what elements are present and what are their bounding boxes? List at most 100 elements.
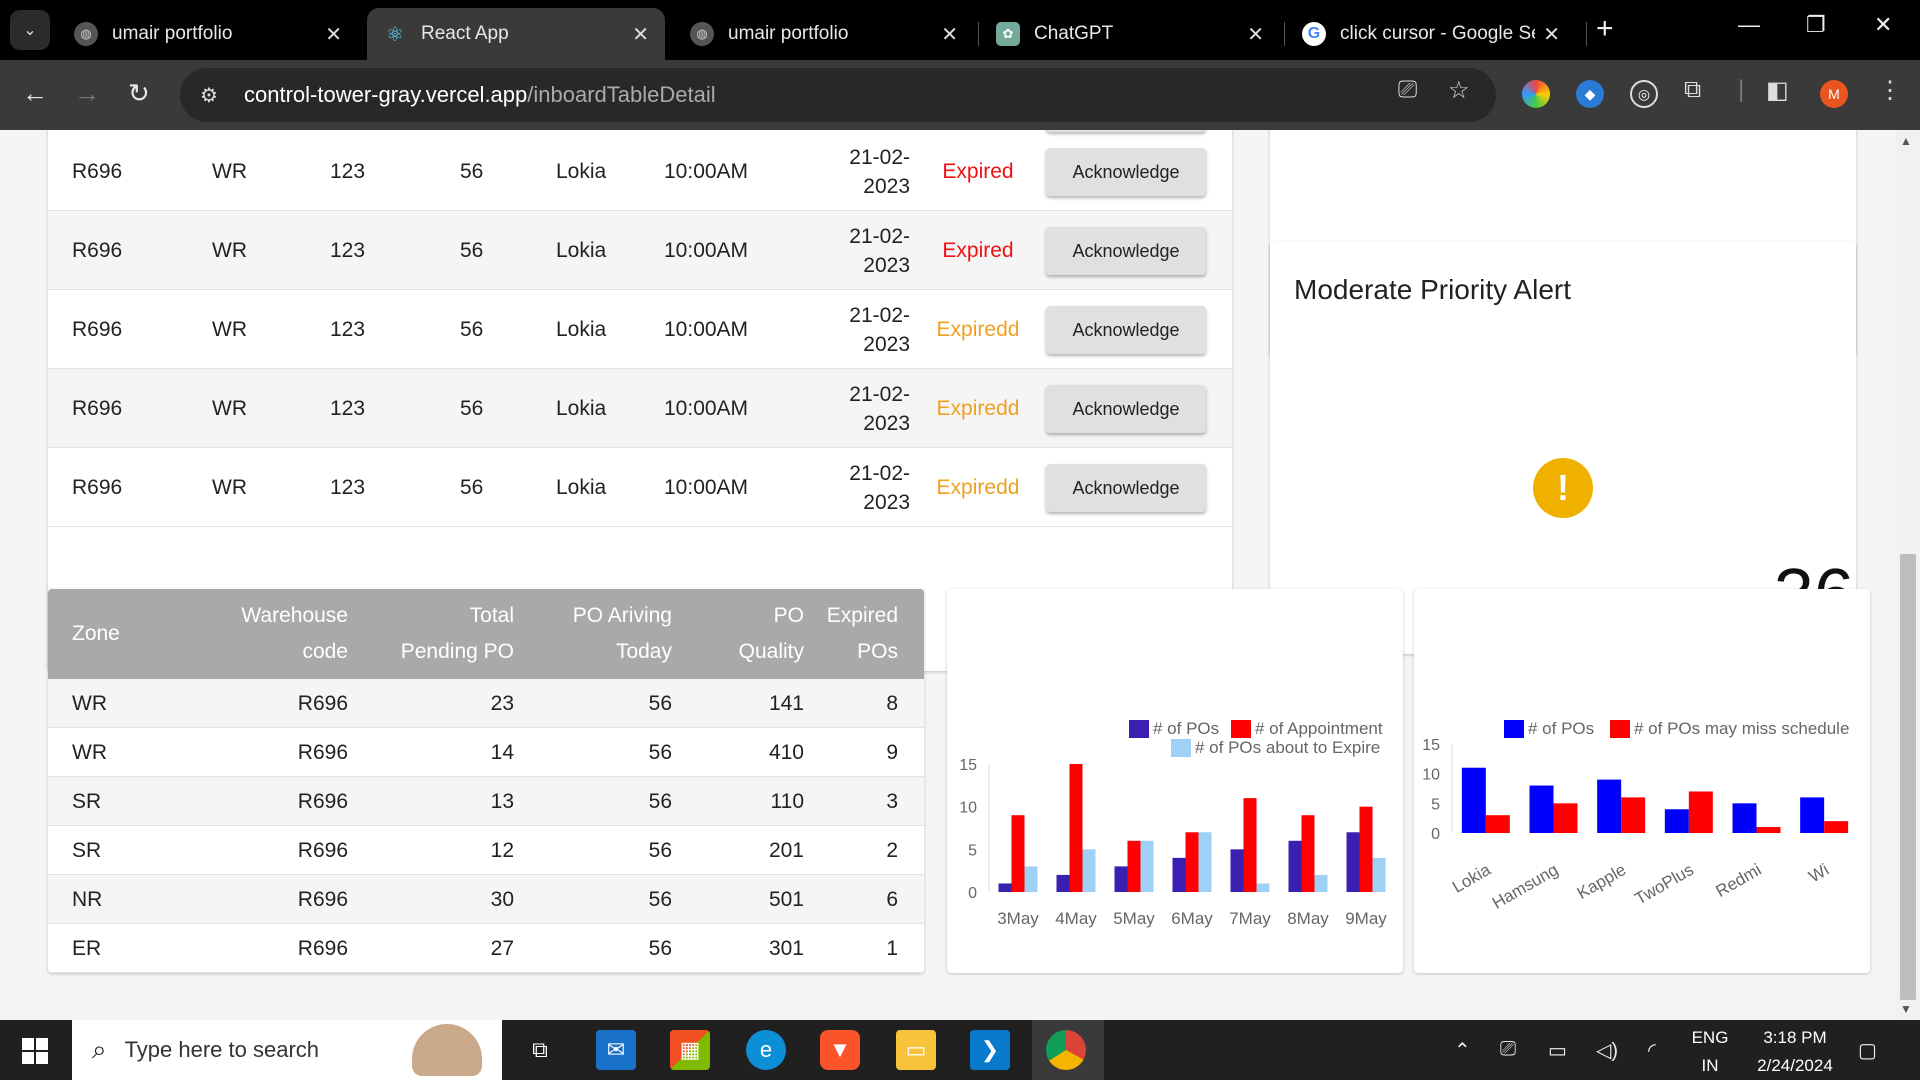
language-indicator[interactable]: ENG IN: [1682, 1024, 1738, 1080]
table-row: R696 WR 123 56 Lokia 10:00AM 21-02- 2023 Expired…: [48, 369, 1232, 448]
tab-title: umair portfolio: [728, 23, 849, 44]
page-scrollbar[interactable]: ▲ ▼: [1896, 130, 1920, 1020]
alert-qty-cell: 123: [330, 238, 366, 262]
chevron-up-icon[interactable]: ⌃: [1454, 1038, 1471, 1063]
edge-icon[interactable]: e: [746, 1030, 786, 1070]
brave-icon[interactable]: ▼: [820, 1030, 860, 1070]
x-tick-label: 8May: [1287, 909, 1329, 928]
header-line1: PO: [773, 604, 804, 627]
tab-umair-portfolio-2[interactable]: ◍ umair portfolio ✕: [674, 8, 974, 60]
alert-qty-cell: 123: [330, 159, 366, 183]
close-icon[interactable]: ✕: [941, 22, 958, 47]
close-icon[interactable]: ✕: [1247, 22, 1264, 47]
alert-time-cell: 10:00AM: [664, 159, 749, 183]
alert-qty-cell: 123: [330, 317, 366, 341]
y-tick-label: 5: [968, 842, 977, 859]
volume-icon[interactable]: ◁): [1596, 1038, 1618, 1063]
legend-label: # of POs about to Expire: [1195, 738, 1380, 757]
zone-table-header-cell: Total Pending PO: [338, 589, 514, 679]
header-line2: Pending PO: [400, 640, 514, 663]
bar: [1732, 803, 1757, 833]
y-tick-label: 10: [1422, 767, 1440, 784]
tab-umair-portfolio-1[interactable]: ◍ umair portfolio ✕: [58, 8, 358, 60]
more-menu-icon[interactable]: ⋮: [1878, 76, 1902, 105]
x-tick-label: 3May: [997, 909, 1039, 928]
bar: [1243, 798, 1257, 892]
battery-icon[interactable]: ▭: [1548, 1038, 1567, 1063]
zone-table-header-cell: PO Ariving Today: [518, 589, 672, 679]
bar: [1800, 797, 1825, 833]
acknowledge-button[interactable]: Acknowledge: [1046, 306, 1206, 354]
arrow-right-icon: →: [74, 78, 100, 108]
header-line1: Total: [469, 604, 514, 627]
scroll-thumb[interactable]: [1900, 554, 1916, 1000]
restore-button[interactable]: ❐: [1806, 12, 1826, 38]
windows-start-icon[interactable]: [22, 1038, 48, 1064]
color-extension-icon[interactable]: [1522, 80, 1550, 108]
tab-react-app[interactable]: ⚛ React App ✕: [367, 8, 665, 60]
scroll-up-icon[interactable]: ▲: [1900, 134, 1912, 148]
minimize-button[interactable]: —: [1738, 12, 1760, 38]
url-text[interactable]: control-tower-gray.vercel.app/inboardTab…: [244, 82, 716, 108]
alert-date-line1: 21-02-: [849, 461, 910, 485]
close-icon[interactable]: ✕: [1543, 22, 1560, 47]
address-bar[interactable]: ⚙ control-tower-gray.vercel.app/inboardT…: [180, 68, 1496, 122]
task-view-icon[interactable]: ⧉: [520, 1030, 560, 1070]
alert-qty-cell: 123: [330, 396, 366, 420]
bar: [1082, 849, 1096, 892]
forward-button[interactable]: →: [74, 78, 100, 109]
acknowledge-button[interactable]: Acknowledge: [1046, 227, 1206, 275]
new-tab-button[interactable]: +: [1596, 12, 1614, 46]
alert-date-line1: 21-02-: [849, 382, 910, 406]
close-icon[interactable]: ✕: [632, 22, 649, 47]
close-window-button[interactable]: ✕: [1874, 12, 1892, 38]
file-explorer-icon[interactable]: ▭: [896, 1030, 936, 1070]
zone-table-header-cell: PO Quality: [678, 589, 804, 679]
header-line1: Warehouse: [241, 604, 348, 627]
wifi-icon[interactable]: ◜: [1648, 1038, 1656, 1063]
acknowledge-button[interactable]: Acknowledge: [1046, 385, 1206, 433]
bar: [1553, 803, 1578, 833]
y-tick-label: 15: [1422, 737, 1440, 754]
y-tick-label: 0: [968, 885, 977, 902]
alert-date-cell: 21-02- 2023: [788, 448, 910, 527]
clock[interactable]: 3:18 PM 2/24/2024: [1740, 1024, 1850, 1080]
bar: [1346, 832, 1360, 892]
acknowledge-button[interactable]: Acknowledge: [1046, 148, 1206, 196]
notifications-icon[interactable]: ▢: [1858, 1038, 1877, 1063]
reload-button[interactable]: ↻: [128, 78, 150, 109]
microsoft-store-icon[interactable]: ▦: [670, 1030, 710, 1070]
extensions-puzzle-icon[interactable]: ⧉: [1684, 76, 1701, 104]
bar: [1529, 785, 1554, 833]
close-icon[interactable]: ✕: [325, 22, 342, 47]
mail-icon[interactable]: ✉: [596, 1030, 636, 1070]
tab-google-search[interactable]: G click cursor - Google Sear ✕: [1286, 8, 1576, 60]
scroll-down-icon[interactable]: ▼: [1900, 1002, 1912, 1016]
table-row: ER R696 27 56 301 1: [48, 924, 924, 973]
po-by-brand-chart-svg: 0 5 10 15 LokiaHamsung Kapple TwoPlus Redmi Wi # …: [1422, 719, 1849, 913]
bar: [1688, 791, 1713, 833]
chrome-icon[interactable]: [1046, 1030, 1086, 1070]
install-app-icon[interactable]: ⎚: [1398, 76, 1417, 104]
header-line1: Expired: [826, 604, 898, 627]
vscode-icon[interactable]: ❯: [970, 1030, 1010, 1070]
header-line2: Today: [615, 640, 672, 663]
tab-chatgpt[interactable]: ✿ ChatGPT ✕: [980, 8, 1280, 60]
device-icon[interactable]: ⎚: [1500, 1038, 1516, 1061]
profile-avatar[interactable]: M: [1820, 80, 1848, 108]
taskbar-search-box[interactable]: ⌕ Type here to search: [72, 1020, 502, 1080]
back-button[interactable]: ←: [22, 78, 48, 109]
target-extension-icon[interactable]: ◎: [1630, 80, 1658, 108]
side-panel-icon[interactable]: ◧: [1766, 76, 1789, 105]
tab-strip: ⌄ ◍ umair portfolio ✕ ⚛ React App ✕ ◍ um…: [0, 0, 1920, 60]
table-row: NR R696 30 56 501 6: [48, 875, 924, 924]
y-tick-label: 0: [1431, 826, 1440, 843]
acknowledge-button[interactable]: Acknowledge: [1046, 464, 1206, 512]
bookmark-star-icon[interactable]: ☆: [1448, 76, 1470, 105]
drop-extension-icon[interactable]: ◆: [1576, 80, 1604, 108]
minimize-icon: —: [1738, 12, 1760, 37]
tab-search-button[interactable]: ⌄: [10, 10, 50, 50]
alert-id-cell: R696: [72, 238, 123, 262]
site-info-icon[interactable]: ⚙: [200, 83, 244, 108]
zone-table-cell: 12: [490, 838, 514, 862]
